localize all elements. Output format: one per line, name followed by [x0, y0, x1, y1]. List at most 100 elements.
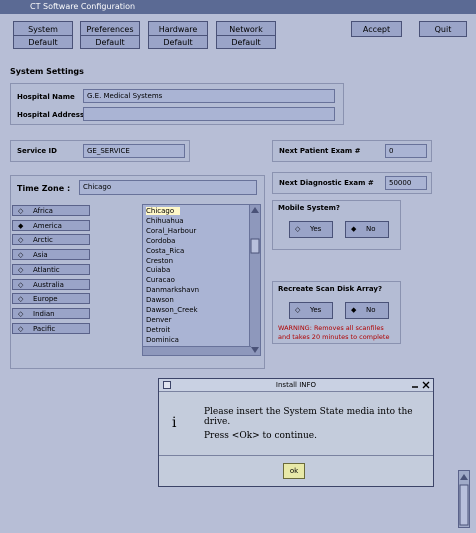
hospital-address-label: Hospital Address — [17, 111, 85, 119]
hospital-address-field[interactable] — [83, 107, 335, 121]
preferences-default-label: Default — [95, 38, 125, 47]
city-list-item[interactable]: Detroit — [146, 326, 170, 334]
region-america-button[interactable]: ◆ America — [12, 219, 90, 231]
recreate-no-button[interactable]: ◆ No — [345, 302, 389, 319]
warning-line-2: and takes 20 minutes to complete — [278, 333, 390, 341]
city-list-item[interactable]: Dawson_Creek — [146, 306, 198, 314]
next-patient-label: Next Patient Exam # — [279, 147, 361, 155]
city-list-item[interactable]: Cordoba — [146, 237, 175, 245]
next-diag-label: Next Diagnostic Exam # — [279, 179, 374, 187]
region-label: Arctic — [33, 236, 53, 245]
region-label: Pacific — [33, 324, 56, 333]
radio-off-icon: ◇ — [18, 309, 24, 318]
mobile-system-question: Mobile System? — [278, 204, 340, 212]
radio-on-icon: ◆ — [18, 221, 24, 230]
recreate-panel: Recreate Scan Disk Array? ◇ Yes ◆ No WAR… — [272, 281, 401, 344]
city-list-item[interactable]: Costa_Rica — [146, 247, 184, 255]
city-list-item[interactable]: Coral_Harbour — [146, 227, 196, 235]
ok-button[interactable]: ok — [283, 463, 305, 479]
hardware-button[interactable]: Hardware Default — [148, 21, 208, 49]
region-label: Asia — [33, 251, 48, 260]
network-button[interactable]: Network Default — [216, 21, 276, 49]
window-title: CT Software Configuration — [30, 2, 136, 11]
region-label: Australia — [33, 280, 64, 289]
service-id-panel: Service ID GE_SERVICE — [10, 140, 190, 162]
preferences-button-label: Preferences — [86, 25, 134, 34]
radio-on-icon: ◆ — [351, 306, 357, 314]
divider — [149, 35, 207, 36]
mobile-yes-button[interactable]: ◇ Yes — [289, 221, 333, 238]
radio-off-icon: ◇ — [295, 225, 301, 233]
hospital-name-label: Hospital Name — [17, 93, 75, 101]
divider — [14, 35, 72, 36]
region-label: America — [33, 221, 62, 230]
dialog-message-1: Please insert the System State media int… — [204, 407, 413, 427]
city-list-item[interactable]: Cuiaba — [146, 266, 170, 274]
network-default-label: Default — [231, 38, 261, 47]
radio-off-icon: ◇ — [18, 251, 24, 260]
region-label: Atlantic — [33, 265, 60, 274]
preferences-button[interactable]: Preferences Default — [80, 21, 140, 49]
mobile-system-panel: Mobile System? ◇ Yes ◆ No — [272, 200, 401, 250]
city-list[interactable]: Chicago Chihuahua Coral_Harbour Cordoba Cost… — [142, 204, 261, 356]
radio-off-icon: ◇ — [295, 306, 301, 314]
dialog-divider — [159, 455, 433, 456]
city-list-item[interactable]: Dominica — [146, 336, 179, 344]
warning-line-1: WARNING: Removes all scanfiles — [278, 324, 384, 332]
hospital-name-field[interactable]: G.E. Medical Systems — [83, 89, 335, 103]
city-list-item[interactable]: Denver — [146, 316, 171, 324]
recreate-yes-button[interactable]: ◇ Yes — [289, 302, 333, 319]
quit-button-label: Quit — [434, 25, 452, 34]
recreate-yes-label: Yes — [310, 306, 322, 314]
title-bar: CT Software Configuration — [0, 0, 476, 14]
hardware-default-label: Default — [163, 38, 193, 47]
region-label: Europe — [33, 295, 58, 304]
service-id-field[interactable]: GE_SERVICE — [83, 144, 185, 158]
radio-off-icon: ◇ — [18, 280, 24, 289]
radio-off-icon: ◇ — [18, 265, 24, 274]
region-atlantic-button[interactable]: ◇ Atlantic — [12, 263, 90, 275]
mobile-no-button[interactable]: ◆ No — [345, 221, 389, 238]
accept-button[interactable]: Accept — [351, 21, 402, 37]
region-africa-button[interactable]: ◇ Africa — [12, 205, 90, 216]
side-scrollbar[interactable] — [458, 470, 470, 528]
time-zone-label: Time Zone : — [17, 184, 71, 193]
region-europe-button[interactable]: ◇ Europe — [12, 293, 90, 305]
region-asia-button[interactable]: ◇ Asia — [12, 249, 90, 261]
horizontal-scrollbar[interactable] — [143, 346, 251, 355]
close-icon[interactable] — [422, 381, 430, 389]
region-australia-button[interactable]: ◇ Australia — [12, 278, 90, 290]
hardware-button-label: Hardware — [158, 25, 198, 34]
system-button-label: System — [28, 25, 58, 34]
dialog-message-2: Press <Ok> to continue. — [204, 431, 317, 441]
minimize-icon[interactable] — [411, 381, 419, 389]
region-label: Africa — [33, 207, 53, 215]
vertical-scrollbar[interactable] — [249, 205, 260, 355]
region-arctic-button[interactable]: ◇ Arctic — [12, 234, 90, 246]
region-pacific-button[interactable]: ◇ Pacific — [12, 322, 90, 334]
accept-button-label: Accept — [362, 25, 391, 34]
network-button-label: Network — [229, 25, 263, 34]
next-patient-field[interactable]: 0 — [385, 144, 427, 158]
quit-button[interactable]: Quit — [419, 21, 467, 37]
radio-off-icon: ◇ — [18, 295, 24, 304]
region-indian-button[interactable]: ◇ Indian — [12, 307, 90, 319]
next-diag-panel: Next Diagnostic Exam # 50000 — [272, 172, 432, 194]
install-info-dialog: Install INFO i Please insert the System … — [158, 378, 434, 487]
city-list-item[interactable]: Chihuahua — [146, 217, 184, 225]
city-list-item[interactable]: Danmarkshavn — [146, 286, 199, 294]
mobile-no-label: No — [366, 225, 376, 233]
city-list-item[interactable]: Chicago — [146, 207, 181, 215]
main-window: CT Software Configuration System Default… — [0, 0, 476, 533]
next-patient-panel: Next Patient Exam # 0 — [272, 140, 432, 162]
time-zone-field[interactable]: Chicago — [79, 180, 257, 195]
dialog-title-bar: Install INFO — [159, 379, 433, 392]
radio-on-icon: ◆ — [351, 225, 357, 233]
system-button[interactable]: System Default — [13, 21, 73, 49]
region-label: Indian — [33, 309, 55, 318]
divider — [81, 35, 139, 36]
city-list-item[interactable]: Creston — [146, 257, 173, 265]
city-list-item[interactable]: Curacao — [146, 276, 175, 284]
city-list-item[interactable]: Dawson — [146, 296, 174, 304]
next-diag-field[interactable]: 50000 — [385, 176, 427, 190]
